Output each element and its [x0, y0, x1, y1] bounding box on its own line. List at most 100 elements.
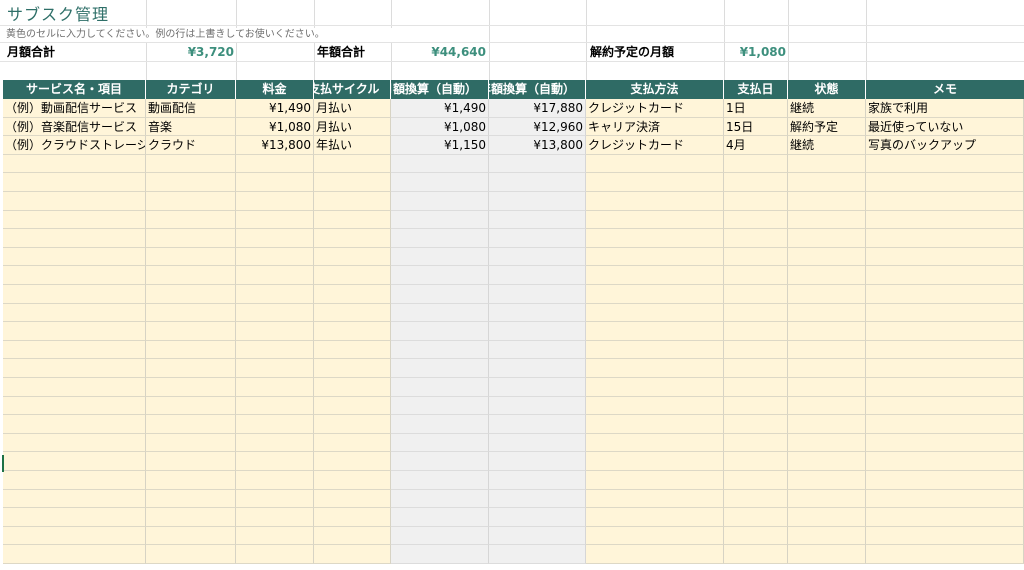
cell-price[interactable]	[236, 433, 314, 453]
cell-category[interactable]	[146, 322, 236, 341]
cell-service-name[interactable]	[3, 508, 146, 527]
cell-yearly-auto[interactable]	[489, 489, 586, 509]
cell-monthly-auto[interactable]	[391, 173, 489, 192]
cell-payment-day[interactable]	[724, 173, 788, 192]
cell-payment-day[interactable]	[724, 471, 788, 490]
cell-price[interactable]	[236, 285, 314, 304]
cell-payment-day[interactable]	[724, 508, 788, 527]
cell-category[interactable]: 音楽	[146, 117, 236, 137]
cell-price[interactable]	[236, 229, 314, 248]
cell-cycle[interactable]	[314, 471, 391, 490]
cell-status[interactable]	[788, 154, 866, 174]
cell-payment-day[interactable]	[724, 322, 788, 341]
cell-price[interactable]	[236, 489, 314, 509]
cell-price[interactable]	[236, 378, 314, 397]
cell-yearly-auto[interactable]	[489, 173, 586, 192]
cell-monthly-auto[interactable]	[391, 303, 489, 323]
cell-price[interactable]	[236, 526, 314, 546]
cell-cycle[interactable]	[314, 433, 391, 453]
cell-category[interactable]	[146, 173, 236, 192]
cell-payment-day[interactable]	[724, 359, 788, 378]
cell-payment-day[interactable]	[724, 192, 788, 211]
cell-yearly-auto[interactable]	[489, 471, 586, 490]
cell-cycle[interactable]	[314, 508, 391, 527]
column-header-price[interactable]: 料金	[236, 80, 314, 99]
cell-cycle[interactable]	[314, 359, 391, 378]
cell-status[interactable]	[788, 266, 866, 285]
cell-category[interactable]	[146, 415, 236, 434]
cell-payment-day[interactable]	[724, 229, 788, 248]
cell-payment-day[interactable]	[724, 545, 788, 564]
yearly-total-value[interactable]: ¥44,640	[400, 43, 486, 62]
cell-payment-day[interactable]	[724, 415, 788, 434]
cell-yearly-auto[interactable]	[489, 303, 586, 323]
cell-status[interactable]	[788, 508, 866, 527]
cell-payment-day[interactable]	[724, 433, 788, 453]
cell-monthly-auto[interactable]	[391, 285, 489, 304]
cell-category[interactable]	[146, 508, 236, 527]
cell-memo[interactable]	[866, 508, 1024, 527]
cell-category[interactable]	[146, 154, 236, 174]
cell-service-name[interactable]	[3, 285, 146, 304]
cell-status[interactable]	[788, 229, 866, 248]
cell-monthly-auto[interactable]: ¥1,080	[391, 117, 489, 137]
cell-memo[interactable]	[866, 229, 1024, 248]
cell-status[interactable]: 継続	[788, 136, 866, 155]
cell-payment-day[interactable]	[724, 285, 788, 304]
cell-price[interactable]: ¥1,080	[236, 117, 314, 137]
cell-cycle[interactable]	[314, 247, 391, 267]
cell-yearly-auto[interactable]	[489, 526, 586, 546]
sheet-title[interactable]: サブスク管理	[7, 4, 307, 26]
cell-cycle[interactable]	[314, 415, 391, 434]
cell-yearly-auto[interactable]	[489, 545, 586, 564]
cell-monthly-auto[interactable]	[391, 229, 489, 248]
cell-payment-day[interactable]: 4月	[724, 136, 788, 155]
cell-yearly-auto[interactable]	[489, 452, 586, 471]
cell-yearly-auto[interactable]: ¥12,960	[489, 117, 586, 137]
cell-price[interactable]	[236, 508, 314, 527]
cell-category[interactable]	[146, 210, 236, 230]
cell-service-name[interactable]	[3, 266, 146, 285]
cell-cycle[interactable]	[314, 378, 391, 397]
cell-category[interactable]	[146, 266, 236, 285]
cell-payment-day[interactable]: 15日	[724, 117, 788, 137]
cell-cycle[interactable]	[314, 173, 391, 192]
cell-memo[interactable]	[866, 285, 1024, 304]
cell-category[interactable]	[146, 433, 236, 453]
cell-memo[interactable]	[866, 415, 1024, 434]
cell-monthly-auto[interactable]	[391, 526, 489, 546]
cell-service-name[interactable]	[3, 192, 146, 211]
cell-payment-day[interactable]	[724, 210, 788, 230]
cell-price[interactable]	[236, 471, 314, 490]
cell-price[interactable]	[236, 154, 314, 174]
cell-memo[interactable]	[866, 266, 1024, 285]
cell-cycle[interactable]	[314, 303, 391, 323]
cell-monthly-auto[interactable]	[391, 192, 489, 211]
cell-cycle[interactable]	[314, 322, 391, 341]
cell-service-name[interactable]	[3, 210, 146, 230]
cell-category[interactable]	[146, 378, 236, 397]
cell-status[interactable]	[788, 192, 866, 211]
cell-service-name[interactable]: （例）クラウドストレージ	[3, 136, 146, 155]
cell-monthly-auto[interactable]	[391, 489, 489, 509]
cell-price[interactable]	[236, 359, 314, 378]
cell-yearly-auto[interactable]: ¥17,880	[489, 99, 586, 118]
cell-memo[interactable]	[866, 396, 1024, 416]
cell-payment-day[interactable]	[724, 452, 788, 471]
cell-memo[interactable]	[866, 526, 1024, 546]
cell-service-name[interactable]	[3, 322, 146, 341]
cell-monthly-auto[interactable]: ¥1,490	[391, 99, 489, 118]
cell-status[interactable]	[788, 433, 866, 453]
cell-status[interactable]	[788, 322, 866, 341]
column-header-category[interactable]: カテゴリ	[146, 80, 236, 99]
cell-category[interactable]	[146, 229, 236, 248]
cell-yearly-auto[interactable]	[489, 396, 586, 416]
cell-monthly-auto[interactable]	[391, 545, 489, 564]
cell-payment-day[interactable]	[724, 340, 788, 360]
cell-category[interactable]	[146, 340, 236, 360]
cell-service-name[interactable]	[3, 359, 146, 378]
cell-payment-method[interactable]	[586, 433, 724, 453]
cell-cycle[interactable]	[314, 452, 391, 471]
cell-service-name[interactable]: （例）動画配信サービス	[3, 99, 146, 118]
cell-payment-day[interactable]	[724, 526, 788, 546]
